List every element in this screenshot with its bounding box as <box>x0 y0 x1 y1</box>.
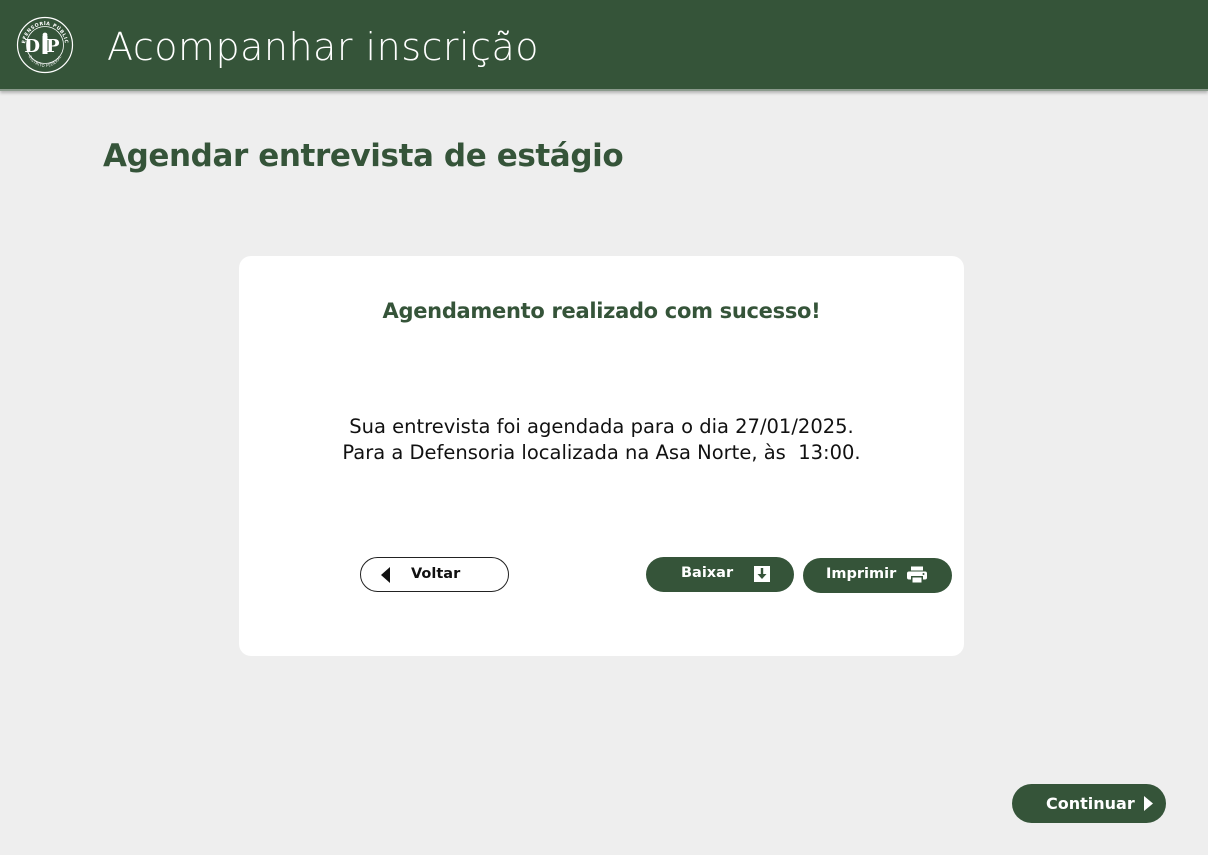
print-button-label: Imprimir <box>826 566 897 582</box>
download-button[interactable]: Baixar <box>646 557 794 592</box>
continue-button[interactable]: Continuar <box>1012 784 1166 823</box>
print-button[interactable]: Imprimir <box>803 558 952 593</box>
header-title: Acompanhar inscrição <box>107 25 539 69</box>
message-line-date: Sua entrevista foi agendada para o dia 2… <box>349 415 854 438</box>
printer-icon <box>907 566 927 583</box>
page-title: Agendar entrevista de estágio <box>103 138 624 174</box>
message-line-location: Para a Defensoria localizada na Asa Nort… <box>342 441 861 464</box>
app-root: DEFENSORIA PÚBLICA DISTRITO FEDERAL DP A… <box>0 0 1208 855</box>
caret-left-icon <box>381 567 390 583</box>
top-header: DEFENSORIA PÚBLICA DISTRITO FEDERAL DP A… <box>0 0 1208 91</box>
dpdf-logo: DEFENSORIA PÚBLICA DISTRITO FEDERAL DP <box>16 16 74 74</box>
confirmation-message: Sua entrevista foi agendada para o dia 2… <box>239 414 964 466</box>
success-title: Agendamento realizado com sucesso! <box>382 299 821 323</box>
download-button-label: Baixar <box>681 565 734 581</box>
caret-right-icon <box>1144 796 1153 811</box>
back-button[interactable]: Voltar <box>360 557 509 592</box>
back-button-label: Voltar <box>411 566 461 582</box>
confirmation-card: Agendamento realizado com sucesso! Sua e… <box>239 256 964 656</box>
download-icon <box>754 566 770 582</box>
continue-button-label: Continuar <box>1046 794 1135 813</box>
